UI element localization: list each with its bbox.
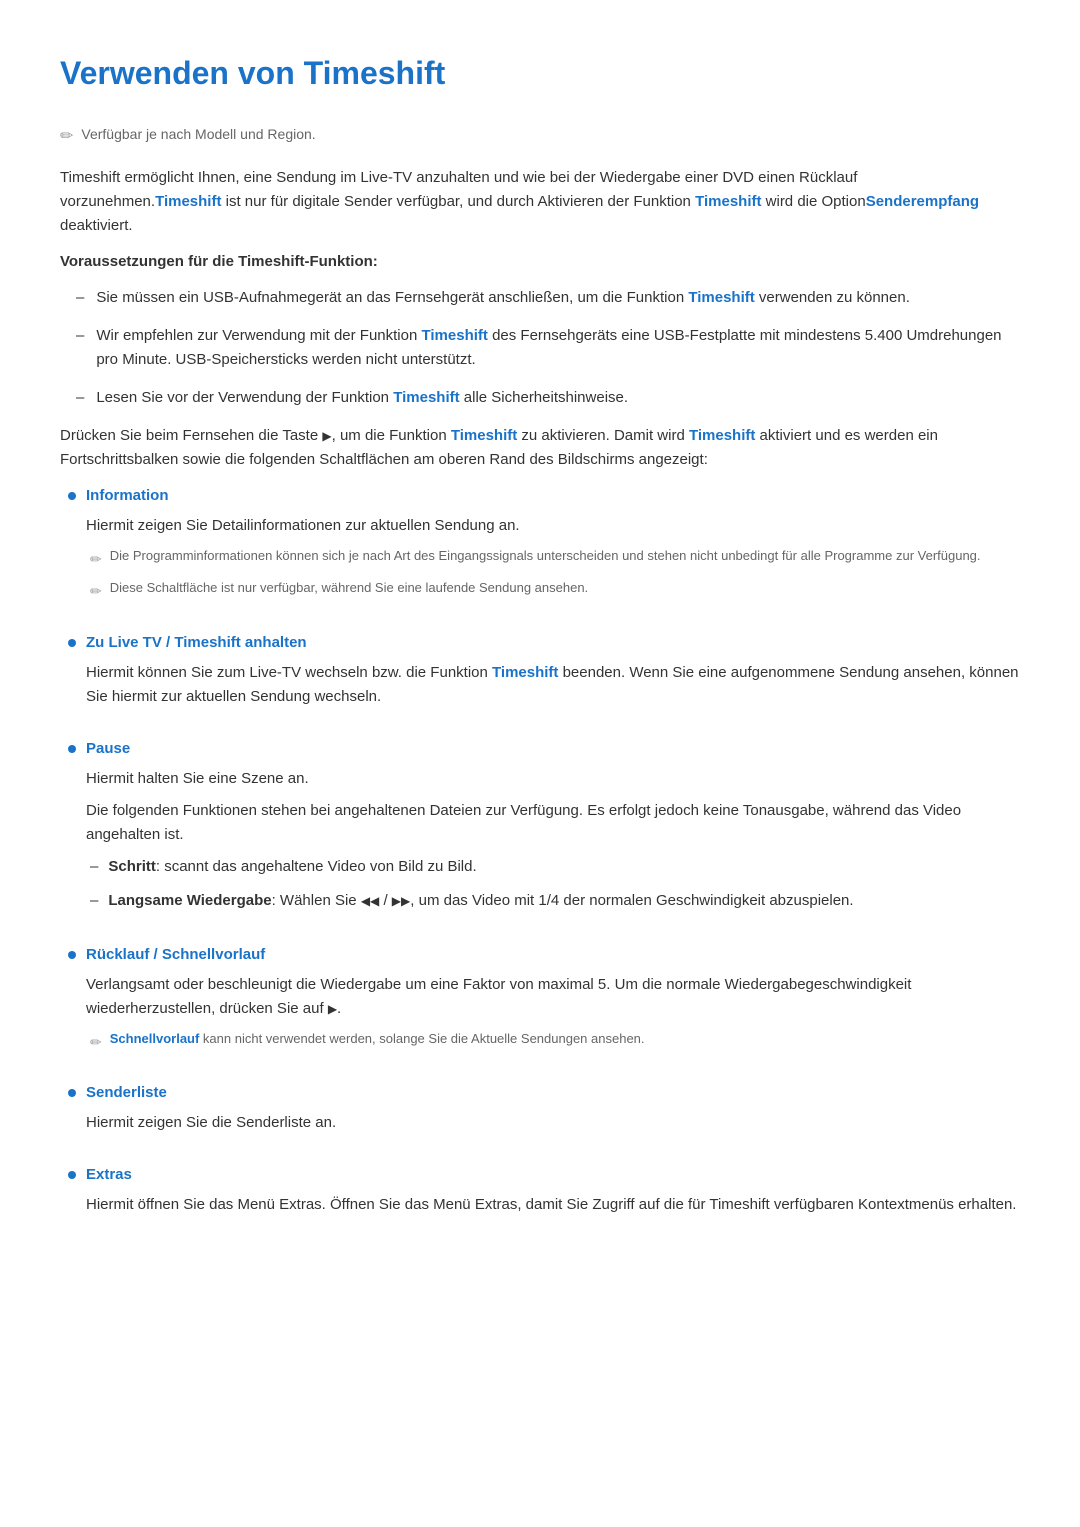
feature-body: Verlangsamt oder beschleunigt die Wieder… [86,973,1020,1021]
bullet-dot [68,1171,76,1179]
feature-label: Rücklauf / Schnellvorlauf [86,943,1020,967]
list-item: Senderliste Hiermit zeigen Sie die Sende… [68,1081,1020,1143]
feature-pause: Pause Hiermit halten Sie eine Szene an. … [86,737,1020,923]
list-item: Rücklauf / Schnellvorlauf Verlangsamt od… [68,943,1020,1061]
feature-body: Hiermit öffnen Sie das Menü Extras. Öffn… [86,1193,1020,1217]
feature-body: Hiermit können Sie zum Live-TV wechseln … [86,661,1020,709]
feature-information: Information Hiermit zeigen Sie Detailinf… [86,484,1020,611]
pencil-icon: ✏ [90,548,102,570]
prerequisites-list: Sie müssen ein USB-Aufnahmegerät an das … [60,286,1020,410]
feature-label: Zu Live TV / Timeshift anhalten [86,631,1020,655]
prerequisites-heading: Voraussetzungen für die Timeshift-Funkti… [60,250,1020,274]
feature-body: Hiermit halten Sie eine Szene an. [86,767,1020,791]
feature-note: ✏ Die Programminformationen können sich … [86,546,1020,570]
list-item: Information Hiermit zeigen Sie Detailinf… [68,484,1020,611]
feature-body2: Die folgenden Funktionen stehen bei ange… [86,799,1020,847]
list-item: Pause Hiermit halten Sie eine Szene an. … [68,737,1020,923]
bullet-dot [68,1089,76,1097]
feature-label: Pause [86,737,1020,761]
list-item: Sie müssen ein USB-Aufnahmegerät an das … [60,286,1020,310]
pencil-icon: ✏ [90,1031,102,1053]
bullet-dot [68,745,76,753]
play-icon: ▶ [322,429,331,443]
list-item: Extras Hiermit öffnen Sie das Menü Extra… [68,1163,1020,1225]
feature-livetv: Zu Live TV / Timeshift anhalten Hiermit … [86,631,1020,717]
feature-extras: Extras Hiermit öffnen Sie das Menü Extra… [86,1163,1020,1225]
feature-senderliste: Senderliste Hiermit zeigen Sie die Sende… [86,1081,1020,1143]
feature-label: Extras [86,1163,1020,1187]
play-icon: ▶ [328,1002,337,1016]
feature-label: Information [86,484,1020,508]
pencil-icon: ✏ [90,580,102,602]
feature-label: Senderliste [86,1081,1020,1105]
pause-sub-list: Schritt: scannt das angehaltene Video vo… [86,855,1020,913]
pencil-icon: ✏ [60,124,73,150]
feature-note: ✏ Diese Schaltfläche ist nur verfügbar, … [86,578,1020,602]
list-item: Zu Live TV / Timeshift anhalten Hiermit … [68,631,1020,717]
bullet-dot [68,492,76,500]
feature-note: ✏ Schnellvorlauf kann nicht verwendet we… [86,1029,1020,1053]
list-item: Schritt: scannt das angehaltene Video vo… [90,855,1020,879]
bullet-dot [68,639,76,647]
list-item: Wir empfehlen zur Verwendung mit der Fun… [60,324,1020,372]
bullet-dot [68,951,76,959]
features-list: Information Hiermit zeigen Sie Detailinf… [60,484,1020,1225]
feature-body: Hiermit zeigen Sie Detailinformationen z… [86,514,1020,538]
feature-rewind: Rücklauf / Schnellvorlauf Verlangsamt od… [86,943,1020,1061]
list-item: Lesen Sie vor der Verwendung der Funktio… [60,386,1020,410]
intro-paragraph: Timeshift ermöglicht Ihnen, eine Sendung… [60,166,1020,238]
availability-note: ✏ Verfügbar je nach Modell und Region. [60,123,1020,150]
list-item: Langsame Wiedergabe: Wählen Sie ◀◀ / ▶▶,… [90,889,1020,913]
fast-forward-icon: ▶▶ [392,894,410,908]
feature-body: Hiermit zeigen Sie die Senderliste an. [86,1111,1020,1135]
activation-paragraph: Drücken Sie beim Fernsehen die Taste ▶, … [60,424,1020,472]
page-title: Verwenden von Timeshift [60,48,1020,99]
rewind-icon: ◀◀ [361,894,379,908]
